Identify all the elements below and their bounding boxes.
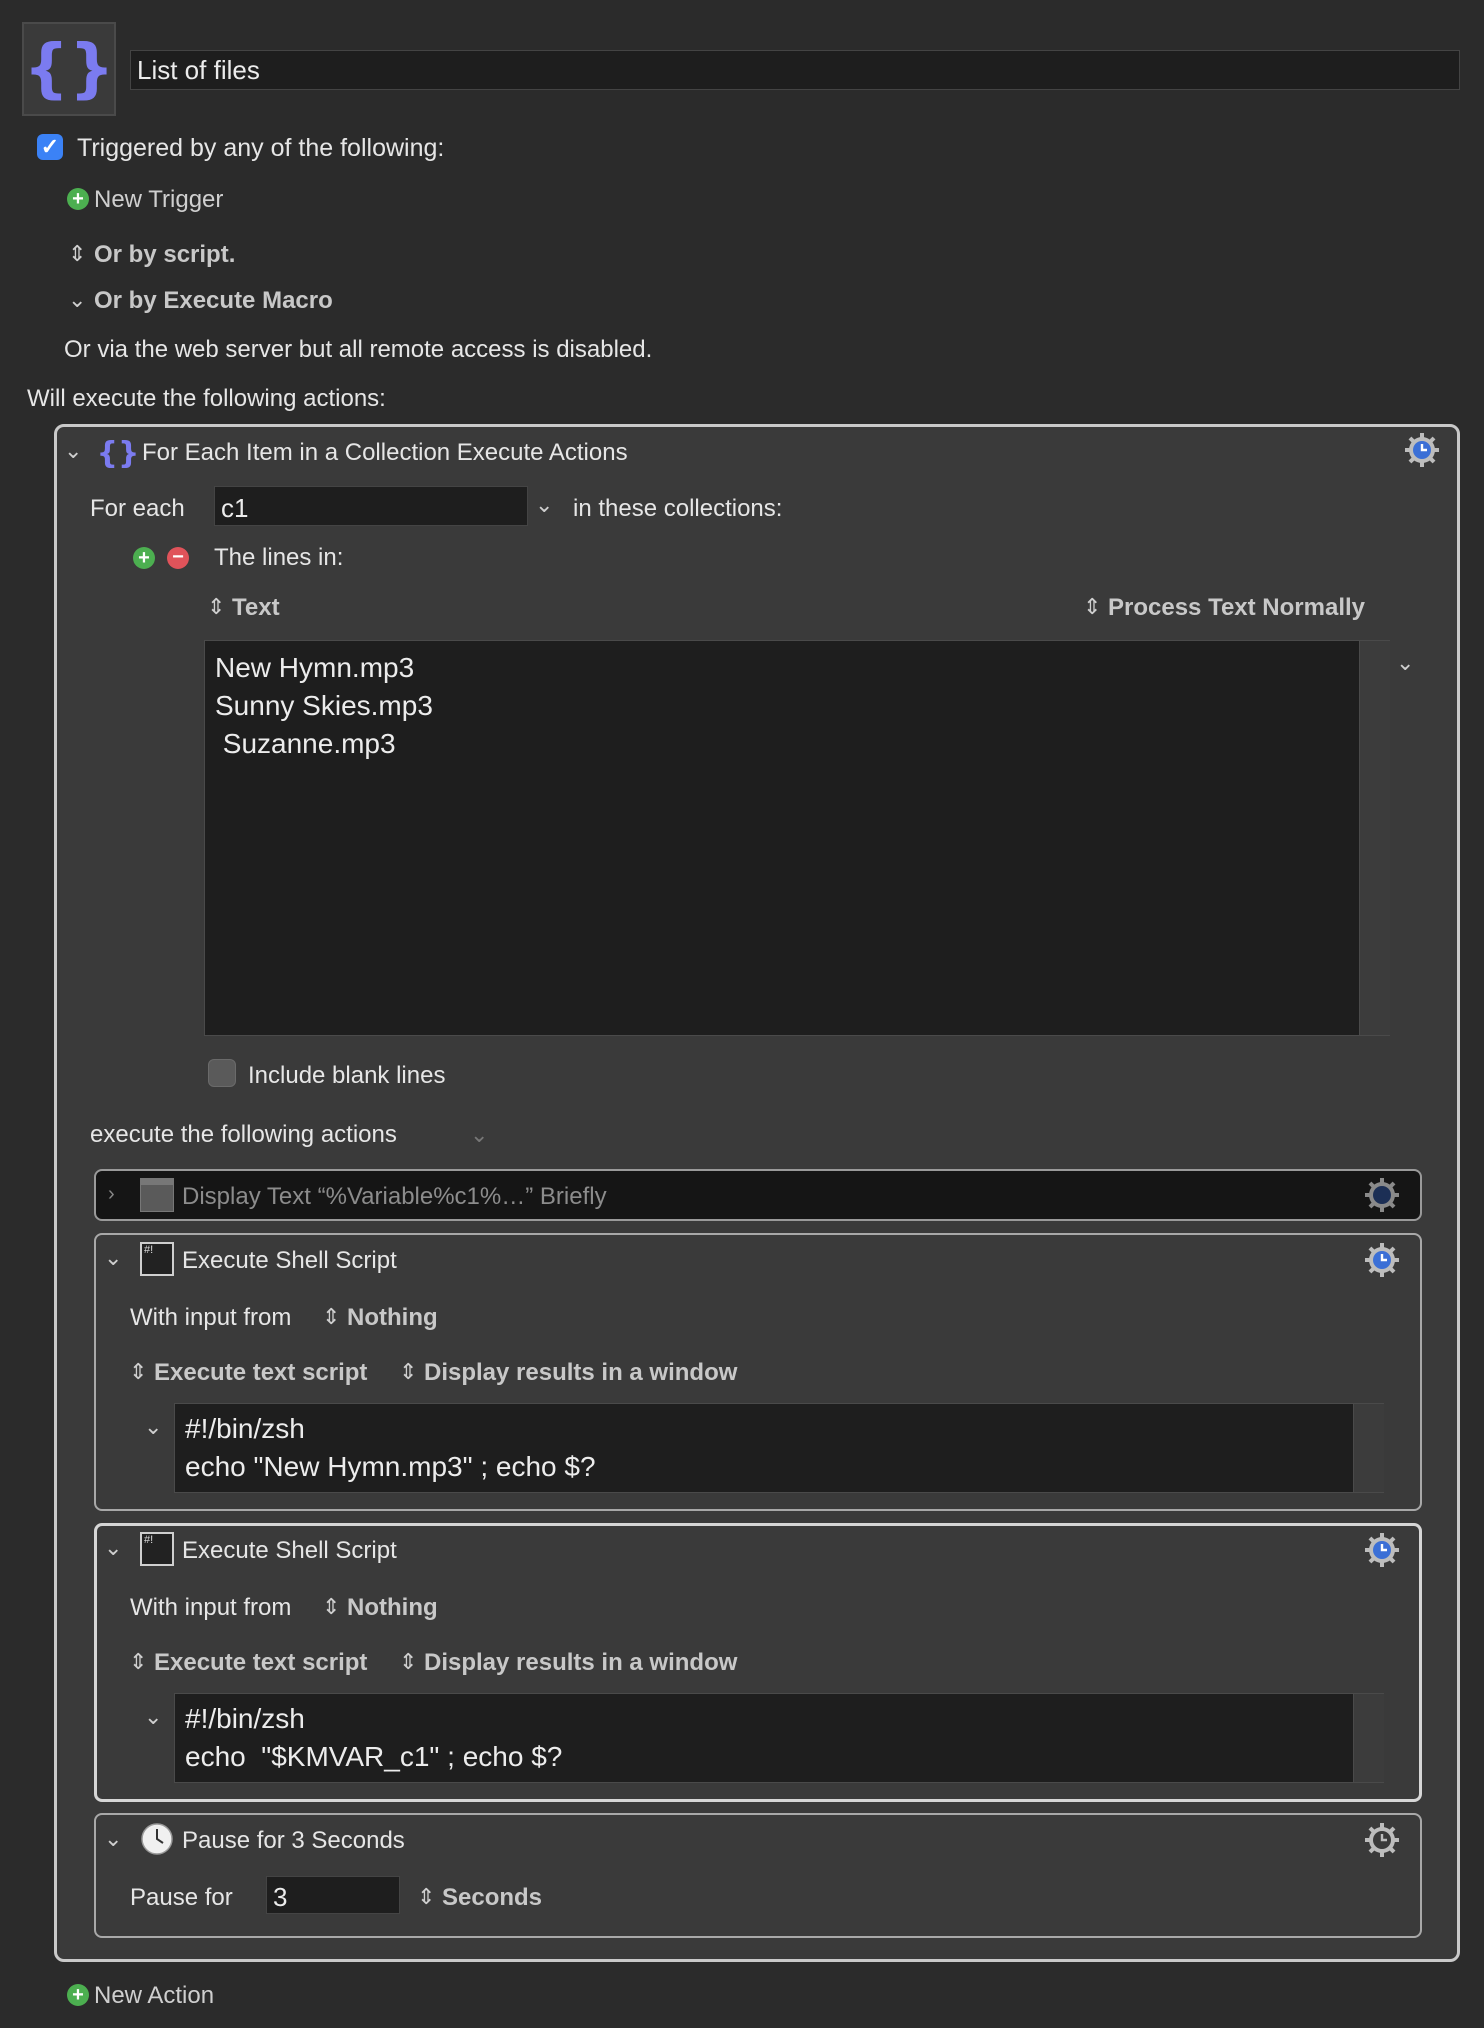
include-blank-checkbox[interactable] [208,1059,236,1087]
for-each-title: For Each Item in a Collection Execute Ac… [142,439,628,466]
collapse-chevron-icon[interactable]: ⌄ [104,1537,122,1559]
svg-text:{}: {} [24,32,114,106]
new-trigger-link[interactable]: New Trigger [94,188,223,212]
updown-chevron-icon: ⇕ [1083,594,1102,619]
shell-2-output-popup[interactable]: Display results in a window [424,1651,737,1675]
collapse-chevron-icon[interactable]: ⌄ [64,440,82,462]
shell-1-title: Execute Shell Script [182,1247,397,1274]
variable-dropdown-icon[interactable]: ⌄ [535,494,553,516]
updown-chevron-icon: ⇕ [399,1649,418,1674]
chevron-down-icon[interactable]: ⌄ [144,1706,162,1728]
shell-2-input-popup[interactable]: Nothing [347,1596,438,1620]
gear-icon[interactable] [1364,1242,1400,1278]
pause-title: Pause for 3 Seconds [182,1827,405,1854]
shell-1-output-popup[interactable]: Display results in a window [424,1361,737,1385]
add-action-icon[interactable]: + [67,1984,89,2006]
updown-chevron-icon: ⇕ [322,1594,341,1619]
execute-following-label: execute the following actions [90,1121,397,1148]
expand-chevron-icon[interactable]: › [108,1184,115,1204]
shell-1-input-popup[interactable]: Nothing [347,1306,438,1330]
svg-text:{}: {} [98,436,138,471]
web-server-note: Or via the web server but all remote acc… [64,336,653,363]
chevron-down-icon[interactable]: ⌄ [144,1416,162,1438]
variable-field[interactable]: c1 [214,486,528,526]
gear-icon[interactable] [1404,432,1440,468]
text-area-scrollbar[interactable] [1359,641,1390,1035]
updown-chevron-icon: ⇕ [129,1359,148,1384]
text-source-popup[interactable]: Text [232,596,280,620]
clock-icon [141,1823,173,1855]
curly-braces-icon: {} [98,436,138,471]
lines-text-area[interactable]: New Hymn.mp3 Sunny Skies.mp3 Suzanne.mp3 [204,640,1390,1036]
updown-chevron-icon: ⇕ [417,1884,436,1909]
shell-1-source-popup[interactable]: Execute text script [154,1361,367,1385]
pause-label: Pause for [130,1884,233,1911]
trigger-checkbox[interactable]: ✓ [37,134,63,160]
shell-2-source-popup[interactable]: Execute text script [154,1651,367,1675]
code-scrollbar[interactable] [1353,1694,1384,1782]
updown-chevron-icon: ⇕ [399,1359,418,1384]
shell-2-title: Execute Shell Script [182,1537,397,1564]
gear-icon[interactable] [1364,1822,1400,1858]
macro-name-field[interactable]: List of files [130,50,1460,90]
shell-1-input-label: With input from [130,1304,292,1331]
gear-icon[interactable] [1364,1177,1400,1213]
display-text-icon [140,1178,174,1212]
shell-2-input-label: With input from [130,1594,292,1621]
chevron-down-icon[interactable]: ⌄ [68,289,86,311]
for-each-label: For each [90,495,185,522]
lines-in-label: The lines in: [214,544,344,571]
terminal-icon: #! [140,1242,174,1276]
or-by-script-toggle[interactable]: Or by script. [94,243,235,267]
macro-icon[interactable]: {} [22,22,116,116]
code-scrollbar[interactable] [1353,1404,1384,1492]
trigger-label: Triggered by any of the following: [77,134,445,162]
collapse-chevron-icon[interactable]: ⌄ [104,1828,122,1850]
shell-2-code[interactable]: #!/bin/zsh echo "$KMVAR_c1" ; echo $? [174,1693,1384,1783]
updown-chevron-icon: ⇕ [322,1304,341,1329]
chevron-down-icon[interactable]: ⌄ [470,1124,488,1146]
gear-icon[interactable] [1364,1532,1400,1568]
process-mode-popup[interactable]: Process Text Normally [1108,596,1365,620]
shell-1-code[interactable]: #!/bin/zsh echo "New Hymn.mp3" ; echo $? [174,1403,1384,1493]
updown-chevron-icon: ⇕ [207,594,226,619]
new-action-link[interactable]: New Action [94,1984,214,2008]
include-blank-label: Include blank lines [248,1062,446,1089]
will-execute-label: Will execute the following actions: [27,385,386,412]
in-collections-label: in these collections: [573,495,783,522]
remove-collection-icon[interactable]: − [167,547,189,569]
add-collection-icon[interactable]: + [133,547,155,569]
updown-chevron-icon: ⇕ [68,241,87,266]
pause-unit-popup[interactable]: Seconds [442,1886,542,1910]
pause-value-field[interactable]: 3 [266,1876,400,1914]
add-trigger-icon[interactable]: + [67,188,89,210]
terminal-icon: #! [140,1532,174,1566]
text-area-menu-chevron-icon[interactable]: ⌄ [1396,652,1414,674]
updown-chevron-icon: ⇕ [129,1649,148,1674]
or-by-execute-macro-toggle[interactable]: Or by Execute Macro [94,289,333,313]
collapse-chevron-icon[interactable]: ⌄ [104,1247,122,1269]
curly-braces-icon: {} [23,32,114,106]
display-text-title: Display Text “%Variable%c1%…” Briefly [182,1183,607,1210]
